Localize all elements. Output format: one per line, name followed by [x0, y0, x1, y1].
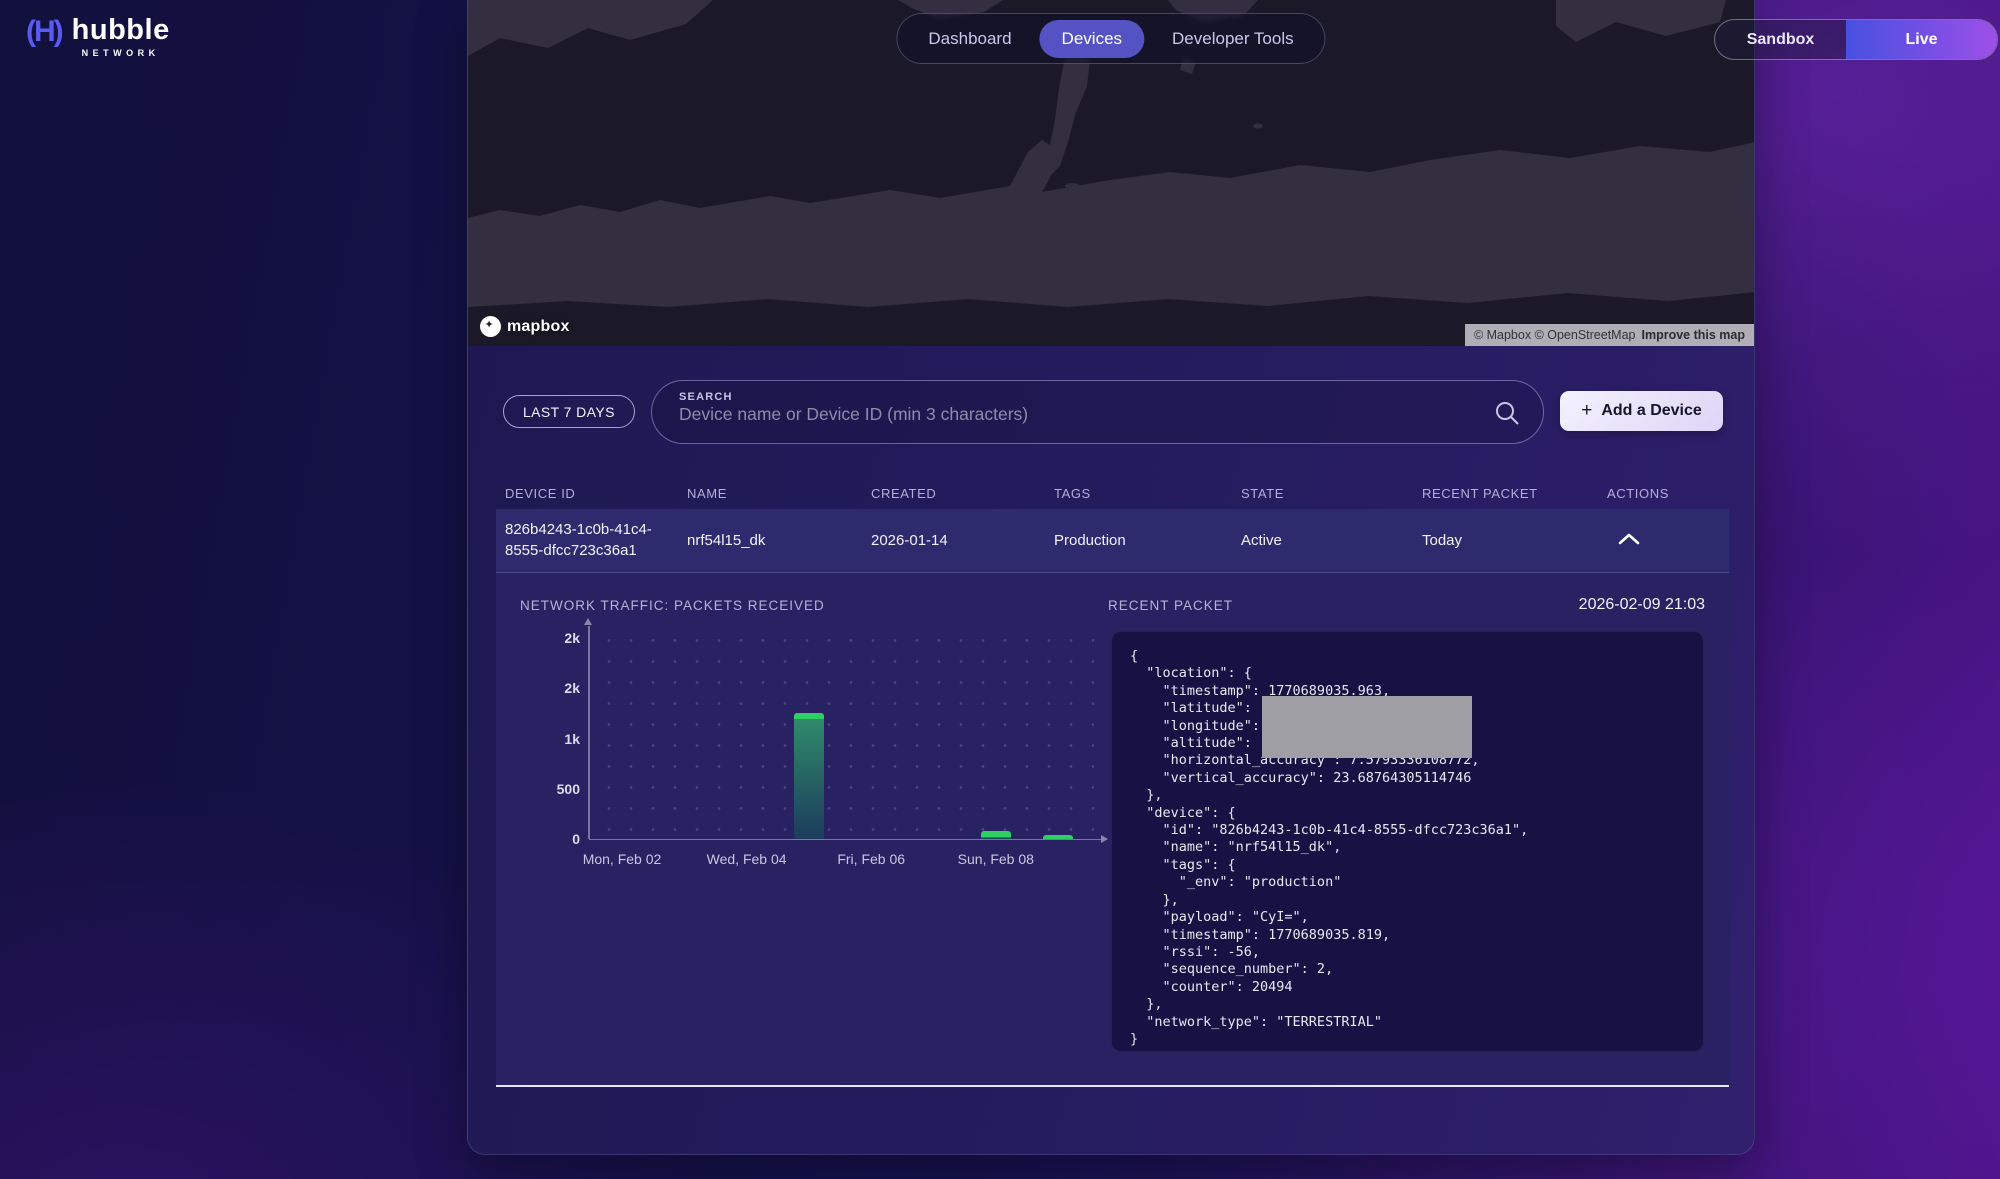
packet-code-line: },	[1130, 787, 1689, 804]
y-axis-tick-label: 0	[572, 831, 580, 847]
redaction-overlay	[1262, 696, 1472, 758]
chart-x-labels: Mon, Feb 02Wed, Feb 04Fri, Feb 06Sun, Fe…	[589, 851, 1109, 871]
packet-code-line: "tags": {	[1130, 857, 1689, 874]
y-axis-tick-label: 1k	[564, 731, 580, 747]
chart-plot	[589, 638, 1094, 839]
y-axis-tick-label: 500	[557, 781, 580, 797]
live-toggle-option[interactable]: Live	[1846, 20, 1997, 59]
x-axis-tick-label: Fri, Feb 06	[837, 851, 905, 867]
packet-code-line: "timestamp": 1770689035.819,	[1130, 927, 1689, 944]
search-label: SEARCH	[679, 391, 1483, 403]
device-detail-panel: NETWORK TRAFFIC: PACKETS RECEIVED 0 500 1k…	[496, 573, 1729, 1085]
recent-packet-title: RECENT PACKET	[1108, 598, 1233, 613]
brand[interactable]: (H) hubble NETWORK	[26, 14, 170, 58]
y-axis-tick-label: 2k	[564, 630, 580, 646]
improve-map-link[interactable]: Improve this map	[1642, 328, 1746, 342]
mapbox-logo[interactable]: mapbox	[480, 316, 570, 337]
search-input[interactable]	[679, 404, 1483, 425]
x-axis-tick-label: Mon, Feb 02	[583, 851, 662, 867]
sandbox-toggle-option[interactable]: Sandbox	[1715, 20, 1846, 59]
packet-code-line: "name": "nrf54l15_dk",	[1130, 839, 1689, 856]
device-search-box[interactable]: SEARCH	[651, 380, 1544, 444]
packet-code-line: "device": {	[1130, 805, 1689, 822]
device-state-cell: Active	[1232, 532, 1413, 549]
packet-code-line: "network_type": "TERRESTRIAL"	[1130, 1014, 1689, 1031]
recent-packet-timestamp: 2026-02-09 21:03	[1579, 596, 1705, 614]
column-header: STATE	[1232, 486, 1413, 501]
device-created-cell: 2026-01-14	[862, 532, 1045, 549]
packet-code-line: "sequence_number": 2,	[1130, 961, 1689, 978]
column-header: CREATED	[862, 486, 1045, 501]
packet-code-line: },	[1130, 996, 1689, 1013]
hubble-logo-icon: (H)	[26, 14, 62, 50]
main-navigation: Dashboard Devices Developer Tools	[896, 13, 1325, 64]
mapbox-wordmark: mapbox	[507, 318, 570, 336]
bar-body	[981, 837, 1011, 839]
traffic-bar	[1043, 835, 1073, 839]
x-axis-tick-label: Wed, Feb 04	[707, 851, 787, 867]
date-range-button[interactable]: LAST 7 DAYS	[503, 395, 635, 428]
packet-code-line: },	[1130, 892, 1689, 909]
tab-devices[interactable]: Devices	[1040, 20, 1144, 58]
tab-developer-tools[interactable]: Developer Tools	[1150, 20, 1316, 58]
device-tags-cell: Production	[1045, 532, 1232, 549]
x-axis-tick-label: Sun, Feb 08	[958, 851, 1034, 867]
packet-code-line: "id": "826b4243-1c0b-41c4-8555-dfcc723c3…	[1130, 822, 1689, 839]
packet-code-line: "_env": "production"	[1130, 874, 1689, 891]
packet-code-line: {	[1130, 648, 1689, 665]
search-icon[interactable]	[1493, 399, 1521, 427]
traffic-bar	[794, 713, 824, 839]
y-axis-line	[588, 626, 590, 839]
column-header: TAGS	[1045, 486, 1232, 501]
packet-code-line: "rssi": -56,	[1130, 944, 1689, 961]
devices-panel: mapbox © Mapbox © OpenStreetMap Improve …	[467, 0, 1755, 1155]
collapse-row-button[interactable]	[1609, 521, 1649, 561]
traffic-bar	[981, 831, 1011, 839]
packet-code-line: "counter": 20494	[1130, 979, 1689, 996]
map-attribution-text: © Mapbox © OpenStreetMap	[1474, 328, 1636, 342]
add-device-label: Add a Device	[1601, 402, 1701, 420]
page: { "brand": { "icon": "(H)", "name": "hub…	[0, 0, 2000, 1179]
table-header: DEVICE IDNAMECREATEDTAGSSTATERECENT PACK…	[496, 478, 1729, 509]
x-axis-arrow-icon	[1101, 835, 1108, 843]
chart-y-labels: 05001k2k2k	[496, 638, 580, 839]
y-axis-tick-label: 2k	[564, 680, 580, 696]
add-device-button[interactable]: + Add a Device	[1560, 391, 1723, 431]
packet-code-line: }	[1130, 1031, 1689, 1048]
environment-toggle: Sandbox Live	[1714, 19, 1998, 60]
column-header: RECENT PACKET	[1413, 486, 1598, 501]
bar-body	[794, 719, 824, 839]
x-axis-line	[589, 839, 1101, 841]
column-header: ACTIONS	[1598, 486, 1729, 501]
bar-cap	[1043, 835, 1073, 839]
column-header: DEVICE ID	[496, 486, 678, 501]
packet-code-line: "location": {	[1130, 665, 1689, 682]
device-id-cell: 826b4243-1c0b-41c4- 8555-dfcc723c36a1	[496, 520, 678, 561]
mapbox-pin-icon	[480, 316, 501, 337]
device-table-row[interactable]: 826b4243-1c0b-41c4- 8555-dfcc723c36a1 nr…	[496, 509, 1729, 573]
map-attribution: © Mapbox © OpenStreetMap Improve this ma…	[1465, 324, 1754, 346]
device-recent-packet-cell: Today	[1413, 532, 1598, 549]
packet-code-line: "payload": "CyI=",	[1130, 909, 1689, 926]
packet-code-block: { "location": { "timestamp": 1770689035.…	[1111, 631, 1704, 1052]
plus-icon: +	[1581, 400, 1592, 422]
section-divider	[496, 1085, 1729, 1087]
tab-dashboard[interactable]: Dashboard	[906, 20, 1033, 58]
device-name-cell: nrf54l15_dk	[678, 532, 862, 549]
brand-name: hubble	[72, 14, 170, 46]
chart-title: NETWORK TRAFFIC: PACKETS RECEIVED	[520, 598, 825, 613]
column-header: NAME	[678, 486, 862, 501]
chevron-up-icon	[1617, 532, 1641, 546]
brand-subtitle: NETWORK	[82, 48, 160, 58]
packet-code-line: "vertical_accuracy": 23.68764305114746	[1130, 770, 1689, 787]
y-axis-arrow-icon	[584, 618, 592, 625]
